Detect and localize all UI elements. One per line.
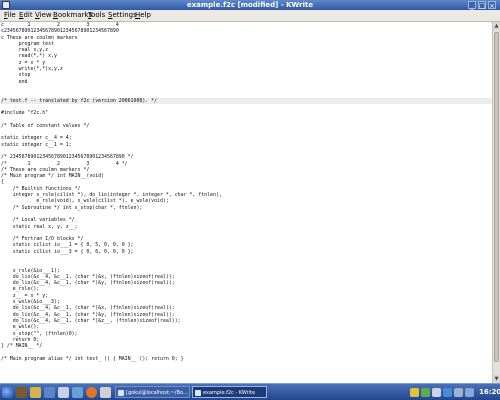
menu-file[interactable]: File xyxy=(4,10,16,21)
scroll-down-icon[interactable]: ▼ xyxy=(493,375,500,383)
home-folder-icon[interactable] xyxy=(30,387,41,398)
konqueror-icon[interactable] xyxy=(72,387,83,398)
vertical-scrollbar[interactable]: ▲ ▼ xyxy=(492,22,500,383)
scrollbar-thumb[interactable] xyxy=(494,32,499,362)
tray-network-icon[interactable] xyxy=(421,388,430,397)
tray-volume-icon[interactable] xyxy=(432,388,441,397)
menu-settings[interactable]: Settings xyxy=(108,10,137,21)
firefox-icon[interactable] xyxy=(86,387,97,398)
code-line[interactable]: /* Main program alias */ int test_ () { … xyxy=(1,356,492,362)
maximize-icon[interactable]: □ xyxy=(478,1,486,10)
tray-display-icon[interactable] xyxy=(454,388,463,397)
tray-clipboard-icon[interactable] xyxy=(410,388,419,397)
scroll-up-icon[interactable]: ▲ xyxy=(493,22,500,30)
terminal-task-icon xyxy=(118,390,124,396)
menu-tools[interactable]: Tools xyxy=(88,10,105,21)
task-terminal[interactable]: [gokul@localhost:~/Bo... xyxy=(115,386,190,398)
tray-power-icon[interactable] xyxy=(465,388,474,397)
terminal-icon[interactable] xyxy=(16,387,27,398)
browser-icon[interactable] xyxy=(44,387,55,398)
task-kwrite[interactable]: example.f2c - KWrite xyxy=(192,386,267,398)
clock: 16:20 xyxy=(479,388,500,396)
code-text[interactable]: c 1 2 3 4 c234567890123456789012345678901… xyxy=(0,22,492,362)
menu-bookmarks[interactable]: Bookmarks xyxy=(53,10,92,21)
title-bar: example.f2c [modified] - KWrite _ □ × xyxy=(0,0,500,10)
menu-edit[interactable]: Edit xyxy=(19,10,33,21)
window-title: example.f2c [modified] - KWrite xyxy=(186,1,314,9)
text-editor[interactable]: c 1 2 3 4 c234567890123456789012345678901… xyxy=(0,22,492,383)
tray-updater-icon[interactable] xyxy=(443,388,452,397)
desktop-switcher-icon[interactable] xyxy=(100,387,111,398)
minimize-icon[interactable]: _ xyxy=(468,1,476,10)
menu-help[interactable]: Help xyxy=(135,10,151,21)
kwrite-task-icon xyxy=(195,390,201,396)
k-menu-icon[interactable] xyxy=(2,387,13,398)
taskbar: [gokul@localhost:~/Bo... example.f2c - K… xyxy=(0,383,500,400)
menu-view[interactable]: View xyxy=(35,10,52,21)
close-icon[interactable]: × xyxy=(488,1,496,10)
menu-bar: File Edit View Bookmarks Tools Settings … xyxy=(0,10,500,22)
document-icon[interactable] xyxy=(58,387,69,398)
